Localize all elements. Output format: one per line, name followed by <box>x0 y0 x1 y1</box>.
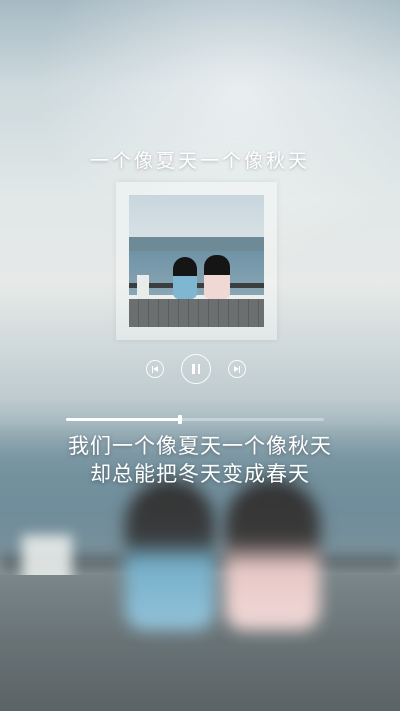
lyric-line-1: 我们一个像夏天一个像秋天 <box>68 434 332 458</box>
previous-button[interactable] <box>146 360 164 378</box>
song-title: 一个像夏天一个像秋天 <box>89 150 310 172</box>
art-post <box>137 275 149 299</box>
previous-track-icon <box>151 365 159 373</box>
art-hills <box>129 237 264 251</box>
lyrics: 我们一个像夏天一个像秋天 却总能把冬天变成春天 <box>0 432 400 488</box>
playback-controls <box>0 352 400 386</box>
progress-knob[interactable] <box>177 415 182 424</box>
play-pause-button[interactable] <box>181 354 211 384</box>
art-sky <box>129 195 264 243</box>
next-track-icon <box>233 365 241 373</box>
album-art <box>129 195 264 327</box>
progress-fill <box>66 418 180 421</box>
next-button[interactable] <box>228 360 246 378</box>
art-figure-right <box>204 255 230 299</box>
pause-icon <box>192 364 200 374</box>
progress-bar[interactable] <box>66 415 324 424</box>
art-deck <box>129 299 264 327</box>
lyric-line-2: 却总能把冬天变成春天 <box>90 462 310 486</box>
album-art-frame[interactable] <box>116 182 277 340</box>
art-figure-left <box>173 257 197 299</box>
